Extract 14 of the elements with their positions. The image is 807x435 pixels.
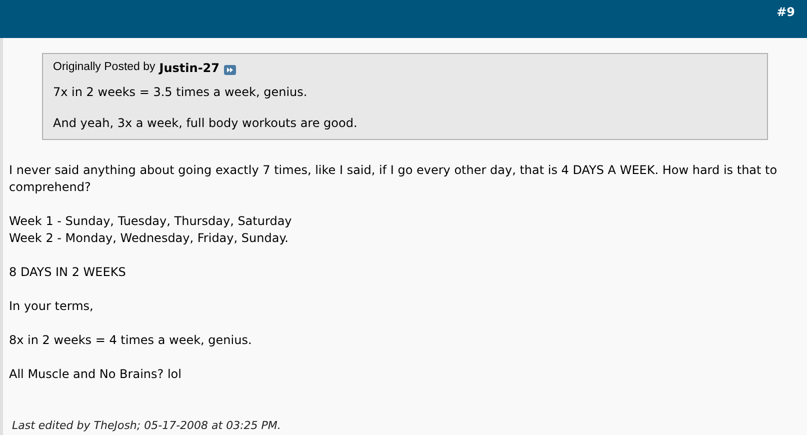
view-post-icon[interactable]	[224, 65, 236, 75]
post-number[interactable]: #9	[776, 3, 795, 21]
post-text: I never said anything about going exactly 7 times, like I said, if I go every other day, that is 4 DAYS A WEEK. How hard is that to comprehend?	[9, 162, 778, 196]
post-text: 8 DAYS IN 2 WEEKS	[9, 264, 127, 281]
post-text: 8x in 2 weeks = 4 times a week, genius.	[9, 332, 253, 349]
post-text: Week 1 - Sunday, Tuesday, Thursday, Saturday	[9, 213, 293, 230]
quote-attribution: Originally Posted by	[53, 60, 156, 76]
last-edited-note: Last edited by TheJosh; 05-17-2008 at 03:25 PM.	[12, 418, 281, 434]
post-text: All Muscle and No Brains? lol	[9, 366, 182, 383]
quote-author: Justin-27	[159, 60, 220, 77]
quote-text: 7x in 2 weeks = 3.5 times a week, genius.	[53, 84, 308, 101]
quote-text: And yeah, 3x a week, full body workouts are good.	[53, 115, 358, 132]
post-text: Week 2 - Monday, Wednesday, Friday, Sunday.	[9, 230, 290, 247]
post-text: In your terms,	[9, 298, 94, 315]
